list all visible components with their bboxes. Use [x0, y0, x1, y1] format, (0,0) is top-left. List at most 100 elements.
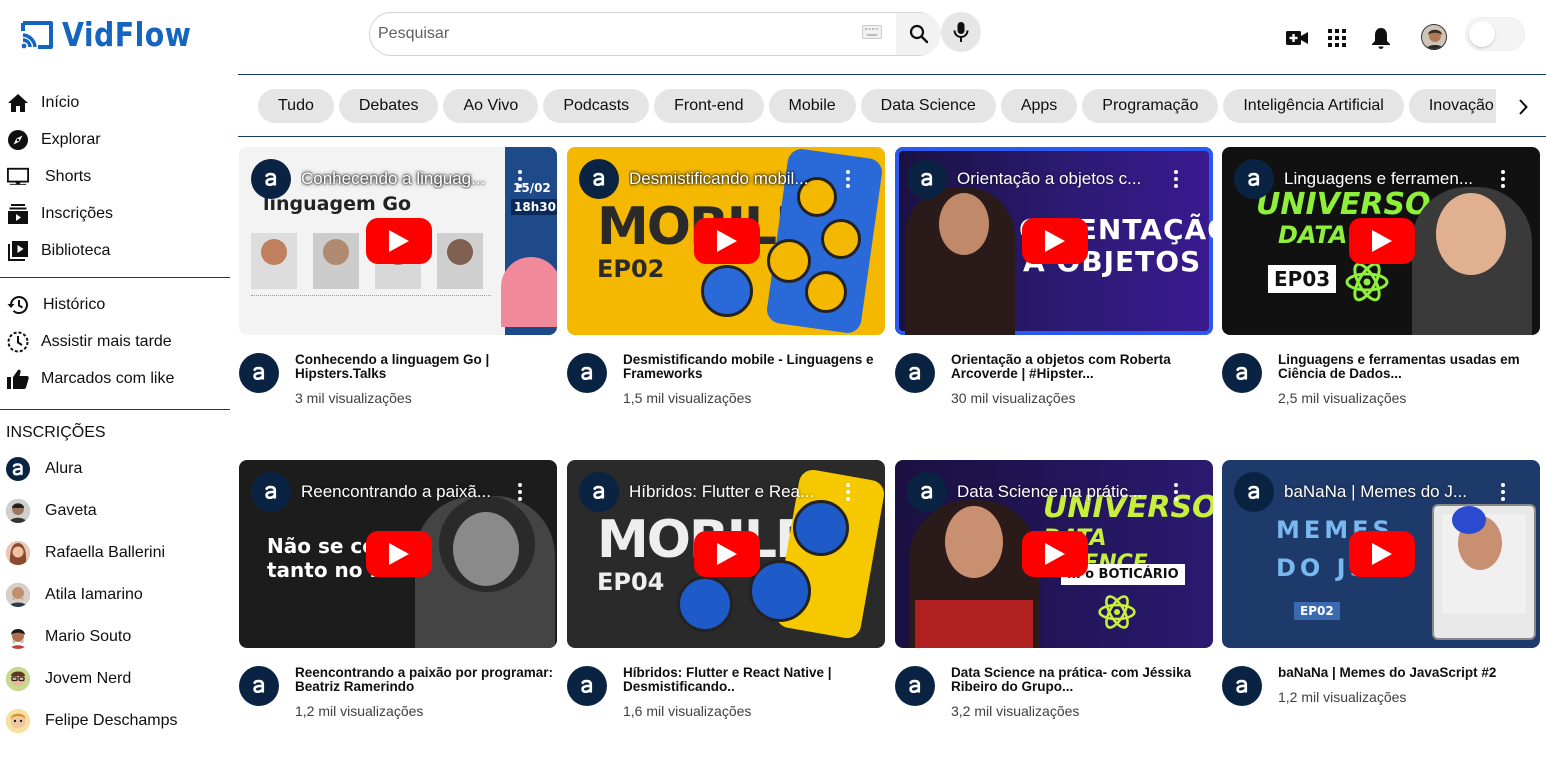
apps-button[interactable]: [1325, 26, 1349, 50]
video-title[interactable]: Data Science na prática- com Jéssika Rib…: [951, 666, 1211, 694]
sidebar-item-biblioteca[interactable]: Biblioteca: [0, 232, 230, 269]
subscription-alura[interactable]: Alura: [0, 448, 230, 490]
play-icon: [1372, 543, 1392, 565]
sidebar-item-inscricoes[interactable]: Inscrições: [0, 195, 230, 232]
video-meta: Data Science na prática- com Jéssika Rib…: [895, 666, 1213, 726]
more-options-icon[interactable]: [515, 482, 525, 502]
more-options-icon[interactable]: [1171, 169, 1181, 189]
play-icon: [1045, 543, 1065, 565]
video-thumbnail[interactable]: Não se co tanto no i Reencontrando a pai…: [239, 460, 557, 648]
account-avatar[interactable]: [1421, 24, 1447, 50]
video-thumbnail[interactable]: UNIVERSO DATA SC EP03 Linguagens e ferra…: [1222, 147, 1540, 335]
channel-avatar: [251, 159, 291, 199]
video-title[interactable]: Conhecendo a linguagem Go | Hipsters.Tal…: [295, 353, 555, 381]
play-button[interactable]: [366, 531, 432, 577]
thumb-text: 18h30: [511, 199, 557, 215]
microphone-icon: [953, 22, 969, 42]
more-options-icon[interactable]: [843, 482, 853, 502]
channel-avatar[interactable]: [239, 353, 279, 393]
chip-inteligencia-artificial[interactable]: Inteligência Artificial: [1223, 89, 1404, 123]
sidebar-item-marcados-com-like[interactable]: Marcados com like: [0, 360, 230, 397]
more-options-icon[interactable]: [1171, 482, 1181, 502]
channel-avatar: [1234, 472, 1274, 512]
mascot: [501, 257, 557, 327]
sidebar-item-inicio[interactable]: Início: [0, 84, 230, 121]
thumb-text: EP04: [597, 568, 665, 596]
video-thumbnail[interactable]: UNIVERSO DATA SCIENCE m o BOTICÁRIO Data…: [895, 460, 1213, 648]
channel-avatar[interactable]: [1222, 666, 1262, 706]
video-card[interactable]: MOBILE EP04 Híbridos: Flutter e Rea... H…: [567, 460, 885, 726]
play-button[interactable]: [1022, 218, 1088, 264]
sidebar-item-explorar[interactable]: Explorar: [0, 121, 230, 158]
chip-mobile[interactable]: Mobile: [768, 89, 856, 123]
channel-avatar[interactable]: [567, 666, 607, 706]
search-input[interactable]: [378, 25, 848, 43]
chip-list: Tudo Debates Ao Vivo Podcasts Front-end …: [258, 89, 1496, 123]
sidebar-item-historico[interactable]: Histórico: [0, 286, 230, 323]
video-thumbnail[interactable]: linguagem Go 15/02 18h30 Conhecendo a li…: [239, 147, 557, 335]
chip-programacao[interactable]: Programação: [1082, 89, 1219, 123]
cast-logo-icon: [21, 20, 53, 49]
video-thumbnail[interactable]: MOBILE EP04 Híbridos: Flutter e Rea...: [567, 460, 885, 648]
search-button[interactable]: [896, 13, 941, 55]
chip-inovacao[interactable]: Inovação: [1408, 89, 1496, 123]
play-button[interactable]: [366, 218, 432, 264]
video-card[interactable]: linguagem Go 15/02 18h30 Conhecendo a li…: [239, 147, 557, 413]
play-button[interactable]: [1022, 531, 1088, 577]
create-video-button[interactable]: [1285, 26, 1309, 50]
channel-avatar[interactable]: [239, 666, 279, 706]
video-card[interactable]: ORIENTAÇÃO A OBJETOS Orientação a objeto…: [895, 147, 1213, 413]
subscription-felipe-deschamps[interactable]: Felipe Deschamps: [0, 700, 230, 742]
subscription-rafaella-ballerini[interactable]: Rafaella Ballerini: [0, 532, 230, 574]
notifications-button[interactable]: [1369, 26, 1393, 50]
chip-podcasts[interactable]: Podcasts: [543, 89, 650, 123]
subscription-atila-iamarino[interactable]: Atila Iamarino: [0, 574, 230, 616]
subscription-gaveta[interactable]: Gaveta: [0, 490, 230, 532]
video-card[interactable]: UNIVERSO DATA SC EP03 Linguagens e ferra…: [1222, 147, 1540, 413]
play-button[interactable]: [1349, 218, 1415, 264]
channel-avatar: [6, 709, 30, 733]
sidebar-item-shorts[interactable]: Shorts: [0, 158, 230, 195]
subscription-jovem-nerd[interactable]: Jovem Nerd: [0, 658, 230, 700]
video-card[interactable]: UNIVERSO DATA SCIENCE m o BOTICÁRIO Data…: [895, 460, 1213, 726]
video-title[interactable]: Desmistificando mobile - Linguagens e Fr…: [623, 353, 883, 381]
sidebar-item-assistir-mais-tarde[interactable]: Assistir mais tarde: [0, 323, 230, 360]
chip-debates[interactable]: Debates: [338, 89, 439, 123]
chips-next-button[interactable]: [1511, 95, 1535, 119]
video-title[interactable]: Linguagens e ferramentas usadas em Ciênc…: [1278, 353, 1538, 381]
play-button[interactable]: [694, 218, 760, 264]
chip-front-end[interactable]: Front-end: [654, 89, 764, 123]
play-button[interactable]: [1349, 531, 1415, 577]
chip-apps[interactable]: Apps: [1000, 89, 1078, 123]
logo[interactable]: VidFlow: [20, 15, 212, 54]
channel-avatar[interactable]: [1222, 353, 1262, 393]
video-title[interactable]: baNaNa | Memes do JavaScript #2: [1278, 666, 1538, 680]
keyboard-icon[interactable]: [862, 25, 882, 39]
video-title[interactable]: Orientação a objetos com Roberta Arcover…: [951, 353, 1211, 381]
chip-data-science[interactable]: Data Science: [860, 89, 996, 123]
video-card[interactable]: MEMES DO JS EP02 baNaNa | Memes do J... …: [1222, 460, 1540, 726]
more-options-icon[interactable]: [1498, 482, 1508, 502]
theme-toggle[interactable]: [1465, 17, 1525, 51]
chip-ao-vivo[interactable]: Ao Vivo: [443, 89, 539, 123]
subscription-label: Felipe Deschamps: [45, 712, 178, 729]
video-title[interactable]: Reencontrando a paixão por programar: Be…: [295, 666, 555, 694]
video-card[interactable]: MOBILE EP02 Desmistificando mobil... Des…: [567, 147, 885, 413]
channel-avatar[interactable]: [567, 353, 607, 393]
video-title[interactable]: Híbridos: Flutter e React Native | Desmi…: [623, 666, 883, 694]
more-options-icon[interactable]: [1498, 169, 1508, 189]
subscription-mario-souto[interactable]: Mario Souto: [0, 616, 230, 658]
video-thumbnail[interactable]: MEMES DO JS EP02 baNaNa | Memes do J...: [1222, 460, 1540, 648]
video-meta: Reencontrando a paixão por programar: Be…: [239, 666, 557, 726]
channel-avatar[interactable]: [895, 353, 935, 393]
video-card[interactable]: Não se co tanto no i Reencontrando a pai…: [239, 460, 557, 726]
video-thumbnail[interactable]: ORIENTAÇÃO A OBJETOS Orientação a objeto…: [895, 147, 1213, 335]
voice-search-button[interactable]: [941, 12, 981, 52]
more-options-icon[interactable]: [515, 169, 525, 189]
chip-tudo[interactable]: Tudo: [258, 89, 334, 123]
more-options-icon[interactable]: [843, 169, 853, 189]
play-button[interactable]: [694, 531, 760, 577]
video-thumbnail[interactable]: MOBILE EP02 Desmistificando mobil...: [567, 147, 885, 335]
view-count: 1,6 mil visualizações: [623, 703, 752, 719]
channel-avatar[interactable]: [895, 666, 935, 706]
